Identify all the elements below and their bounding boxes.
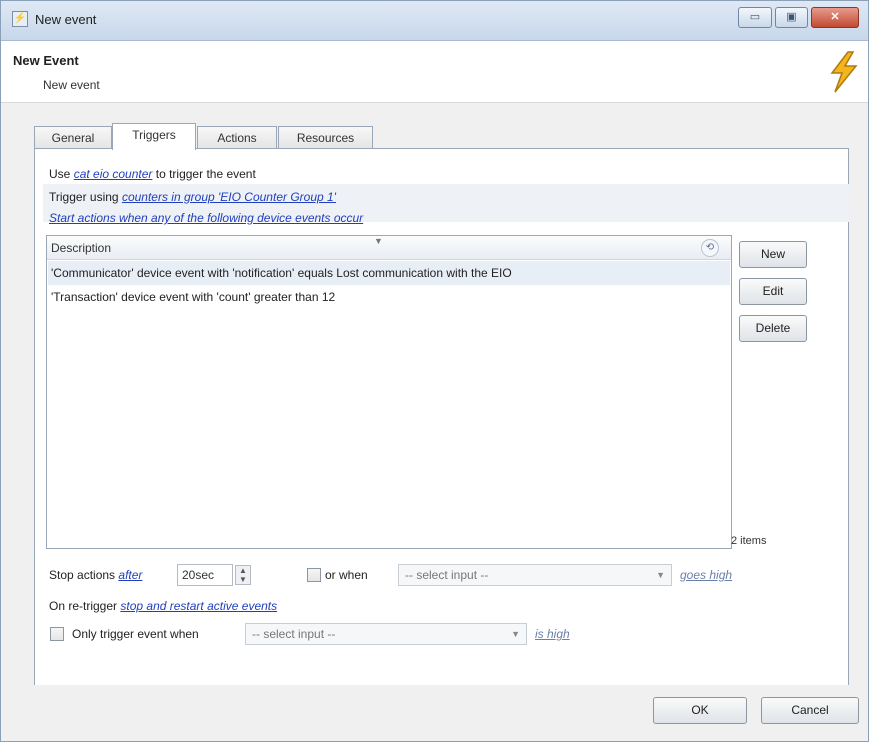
cancel-button[interactable]: Cancel — [761, 697, 859, 724]
or-when-label: or when — [325, 568, 368, 582]
tab-resources[interactable]: Resources — [278, 126, 373, 150]
stop-state-link[interactable]: goes high — [680, 568, 732, 582]
device-events-list[interactable]: Description ▼ ⟲ 'Communicator' device ev… — [46, 235, 732, 549]
list-item[interactable]: 'Communicator' device event with 'notifi… — [48, 261, 730, 285]
maximize-button[interactable]: ▣ — [775, 7, 808, 28]
ok-button[interactable]: OK — [653, 697, 747, 724]
only-trigger-state-wrap: is high — [535, 627, 570, 641]
lightning-bolt-icon — [830, 51, 858, 93]
only-trigger-input-select[interactable]: -- select input -- ▼ — [245, 623, 527, 645]
list-header[interactable]: Description ▼ ⟲ — [47, 236, 731, 260]
delete-button[interactable]: Delete — [739, 315, 807, 342]
sort-arrow-icon: ▼ — [374, 236, 383, 246]
new-event-window: ⚡ New event ▭ ▣ ✕ New Event New event Ge… — [0, 0, 869, 742]
use-suffix: to trigger the event — [155, 167, 256, 181]
column-chooser-icon[interactable]: ⟲ — [701, 239, 719, 257]
stop-duration-input[interactable]: 20sec — [177, 564, 233, 586]
stop-state-link-wrap: goes high — [680, 568, 732, 582]
trigger-source-link[interactable]: cat eio counter — [74, 167, 153, 181]
description-column-header[interactable]: Description — [51, 241, 111, 255]
list-item[interactable]: 'Transaction' device event with 'count' … — [48, 285, 730, 309]
retrigger-row: On re-trigger stop and restart active ev… — [49, 599, 277, 613]
stop-after-link[interactable]: after — [118, 568, 142, 582]
edit-button[interactable]: Edit — [739, 278, 807, 305]
header-title: New Event — [13, 53, 79, 68]
new-button[interactable]: New — [739, 241, 807, 268]
chevron-down-icon: ▼ — [656, 570, 665, 580]
trigger-group-link[interactable]: counters in group 'EIO Counter Group 1' — [122, 190, 336, 204]
chevron-down-icon: ▼ — [511, 629, 520, 639]
dialog-footer: OK Cancel — [1, 685, 868, 741]
tab-actions[interactable]: Actions — [197, 126, 277, 150]
trigger-prefix: Trigger using — [49, 190, 119, 204]
only-trigger-state-link[interactable]: is high — [535, 627, 570, 641]
start-actions-link[interactable]: Start actions when any of the following … — [49, 211, 363, 225]
use-prefix: Use — [49, 167, 71, 181]
retrigger-link[interactable]: stop and restart active events — [120, 599, 277, 613]
tab-triggers[interactable]: Triggers — [112, 123, 196, 150]
header-subtitle: New event — [43, 78, 100, 92]
trigger-using-row: Trigger using counters in group 'EIO Cou… — [49, 190, 336, 204]
title-bar[interactable]: ⚡ New event ▭ ▣ ✕ — [1, 1, 868, 41]
only-trigger-checkbox[interactable] — [50, 627, 64, 641]
event-window-icon: ⚡ — [12, 11, 28, 27]
stop-actions-row: Stop actions after — [49, 568, 142, 582]
duration-spinner[interactable]: ▲ ▼ — [235, 565, 251, 585]
tab-general[interactable]: General — [34, 126, 112, 150]
item-count: 2 items — [731, 535, 767, 547]
or-when-checkbox[interactable] — [307, 568, 321, 582]
stop-input-select-value: -- select input -- — [405, 568, 489, 582]
minimize-button[interactable]: ▭ — [738, 7, 772, 28]
close-button[interactable]: ✕ — [811, 7, 859, 28]
stop-input-select[interactable]: -- select input -- ▼ — [398, 564, 672, 586]
start-actions-row: Start actions when any of the following … — [49, 211, 363, 225]
stop-actions-label: Stop actions — [49, 568, 116, 582]
dialog-header: New Event New event — [1, 41, 868, 103]
only-trigger-label: Only trigger event when — [72, 627, 199, 641]
use-row: Use cat eio counter to trigger the event — [49, 167, 256, 181]
retrigger-label: On re-trigger — [49, 599, 118, 613]
triggers-panel: Use cat eio counter to trigger the event… — [34, 148, 849, 688]
only-trigger-select-value: -- select input -- — [252, 627, 336, 641]
window-title: New event — [35, 12, 97, 27]
